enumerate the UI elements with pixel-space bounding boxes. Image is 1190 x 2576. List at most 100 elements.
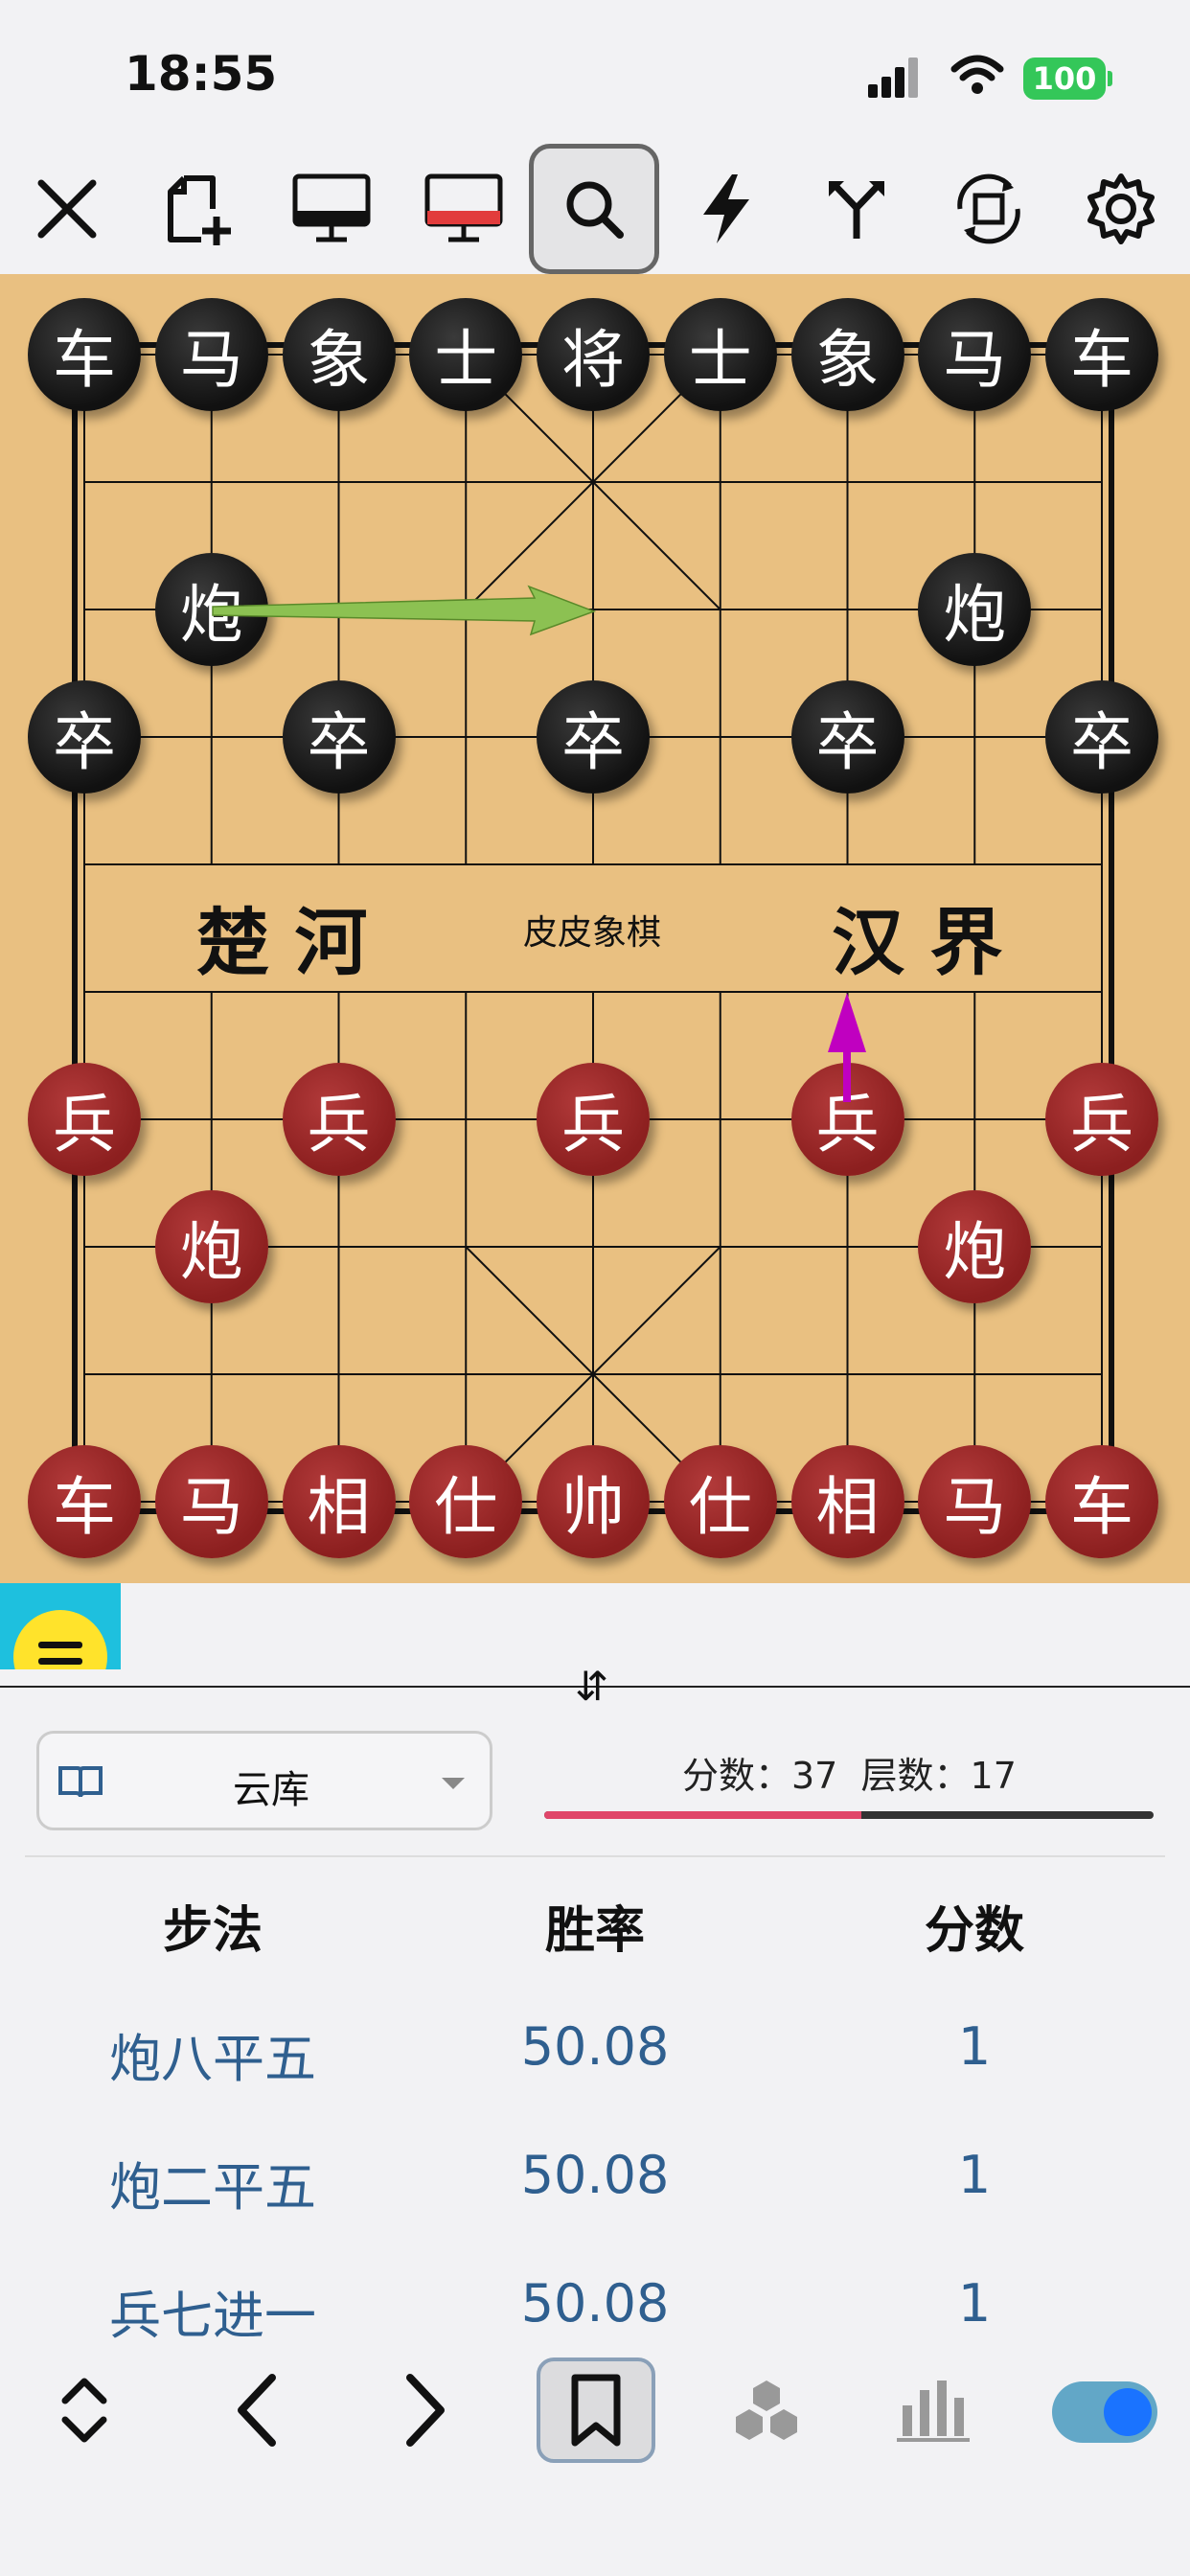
back-icon <box>238 2374 276 2447</box>
move-score: 1 <box>957 2145 992 2205</box>
red-piece[interactable]: 兵 <box>537 1063 650 1176</box>
black-piece[interactable]: 车 <box>28 298 141 411</box>
red-piece[interactable]: 仕 <box>663 1445 777 1558</box>
black-piece[interactable]: 卒 <box>790 680 904 794</box>
move-winrate: 50.08 <box>520 2145 670 2205</box>
black-piece[interactable]: 卒 <box>537 680 650 794</box>
wifi-icon <box>950 55 1004 94</box>
settings-button[interactable] <box>1056 144 1186 274</box>
column-header-move: 步法 <box>162 1902 263 1960</box>
river-label-center: 皮皮象棋 <box>523 913 662 953</box>
move-score: 1 <box>957 2273 992 2334</box>
move-name: 炮二平五 <box>109 2157 316 2218</box>
evaluation-bar-fill <box>544 1811 861 1819</box>
black-piece[interactable]: 卒 <box>1045 680 1158 794</box>
draw-equal-icon <box>13 1610 107 1669</box>
red-piece[interactable]: 相 <box>282 1445 396 1558</box>
black-piece[interactable]: 将 <box>537 298 650 411</box>
next-move-button[interactable] <box>379 2358 471 2463</box>
river-label-left: 楚 河 <box>196 900 368 985</box>
black-piece[interactable]: 马 <box>918 298 1032 411</box>
move-name: 兵七进一 <box>109 2286 316 2346</box>
black-player-button[interactable] <box>266 144 397 274</box>
expand-icon <box>61 2378 107 2443</box>
chess-board[interactable]: 楚 河 皮皮象棋 汉 界 车马象士将士象马车炮炮卒卒卒卒卒兵兵兵兵兵炮炮车马相仕… <box>0 274 1190 1583</box>
red-piece[interactable]: 炮 <box>154 1190 268 1303</box>
black-piece[interactable]: 象 <box>282 298 396 411</box>
panel-separator <box>25 1855 1165 1857</box>
black-piece[interactable]: 士 <box>663 298 777 411</box>
bookmark-icon <box>571 2374 621 2447</box>
black-piece[interactable]: 炮 <box>154 553 268 666</box>
search-icon <box>566 181 624 239</box>
expand-button[interactable] <box>38 2358 130 2463</box>
lightning-icon <box>703 174 749 243</box>
red-piece[interactable]: 车 <box>28 1445 141 1558</box>
bar-chart-icon <box>897 2380 970 2442</box>
status-time: 18:55 <box>125 46 278 102</box>
rotate-board-icon <box>957 173 1020 244</box>
chevron-down-icon <box>442 1778 465 1789</box>
black-player-icon <box>292 173 371 242</box>
top-toolbar <box>0 144 1190 274</box>
move-name: 炮八平五 <box>109 2029 316 2089</box>
previous-move-button[interactable] <box>211 2358 303 2463</box>
black-piece[interactable]: 象 <box>790 298 904 411</box>
book-icon <box>58 1766 103 1798</box>
rotate-board-button[interactable] <box>924 144 1054 274</box>
red-piece[interactable]: 兵 <box>790 1063 904 1176</box>
forward-icon <box>406 2374 445 2447</box>
search-button[interactable] <box>529 144 659 274</box>
battery-indicator: 100 <box>1023 58 1106 100</box>
engine-icon <box>736 2380 797 2440</box>
quick-analyze-button[interactable] <box>661 144 791 274</box>
cellular-signal-icon <box>868 56 924 98</box>
engine-button[interactable] <box>721 2358 812 2463</box>
red-piece[interactable]: 兵 <box>282 1063 396 1176</box>
statistics-button[interactable] <box>887 2358 979 2463</box>
black-piece[interactable]: 炮 <box>918 553 1032 666</box>
black-piece[interactable]: 车 <box>1045 298 1158 411</box>
draw-indicator[interactable] <box>0 1583 121 1669</box>
black-piece[interactable]: 士 <box>409 298 523 411</box>
column-header-score: 分数 <box>924 1902 1025 1960</box>
resize-handle-icon[interactable]: ⇵ <box>575 1663 608 1710</box>
black-piece[interactable]: 马 <box>154 298 268 411</box>
score-depth-text: 分数：37 层数：17 <box>682 1755 1017 1797</box>
red-piece[interactable]: 仕 <box>409 1445 523 1558</box>
red-piece[interactable]: 兵 <box>28 1063 141 1176</box>
move-row[interactable]: 炮二平五 50.08 1 <box>0 2145 1190 2273</box>
bottom-toolbar <box>0 2358 1190 2472</box>
red-piece[interactable]: 兵 <box>1045 1063 1158 1176</box>
new-game-icon <box>168 175 231 245</box>
settings-icon <box>1087 173 1155 244</box>
close-icon <box>37 179 97 239</box>
close-button[interactable] <box>2 144 132 274</box>
column-header-winrate: 胜率 <box>544 1902 646 1960</box>
move-row[interactable]: 炮八平五 50.08 1 <box>0 2016 1190 2145</box>
toggle-knob <box>1104 2388 1152 2436</box>
black-piece[interactable]: 卒 <box>28 680 141 794</box>
red-player-button[interactable] <box>399 144 529 274</box>
red-player-icon <box>424 173 503 242</box>
red-piece[interactable]: 炮 <box>918 1190 1032 1303</box>
toggle-switch[interactable] <box>1052 2381 1157 2443</box>
red-piece[interactable]: 车 <box>1045 1445 1158 1558</box>
black-piece[interactable]: 卒 <box>282 680 396 794</box>
source-dropdown-label: 云库 <box>233 1768 309 1812</box>
battery-tip <box>1108 71 1112 86</box>
status-bar: 18:55 100 <box>0 0 1190 144</box>
move-winrate: 50.08 <box>520 2273 670 2334</box>
new-game-button[interactable] <box>134 144 264 274</box>
branch-icon <box>829 181 884 239</box>
source-dropdown[interactable]: 云库 <box>36 1731 492 1830</box>
red-piece[interactable]: 马 <box>918 1445 1032 1558</box>
river-label-right: 汉 界 <box>832 900 1003 985</box>
red-piece[interactable]: 帅 <box>537 1445 650 1558</box>
bookmark-button[interactable] <box>537 2358 655 2463</box>
red-piece[interactable]: 相 <box>790 1445 904 1558</box>
red-piece[interactable]: 马 <box>154 1445 268 1558</box>
move-score: 1 <box>957 2016 992 2077</box>
move-winrate: 50.08 <box>520 2016 670 2077</box>
branch-button[interactable] <box>791 144 922 274</box>
